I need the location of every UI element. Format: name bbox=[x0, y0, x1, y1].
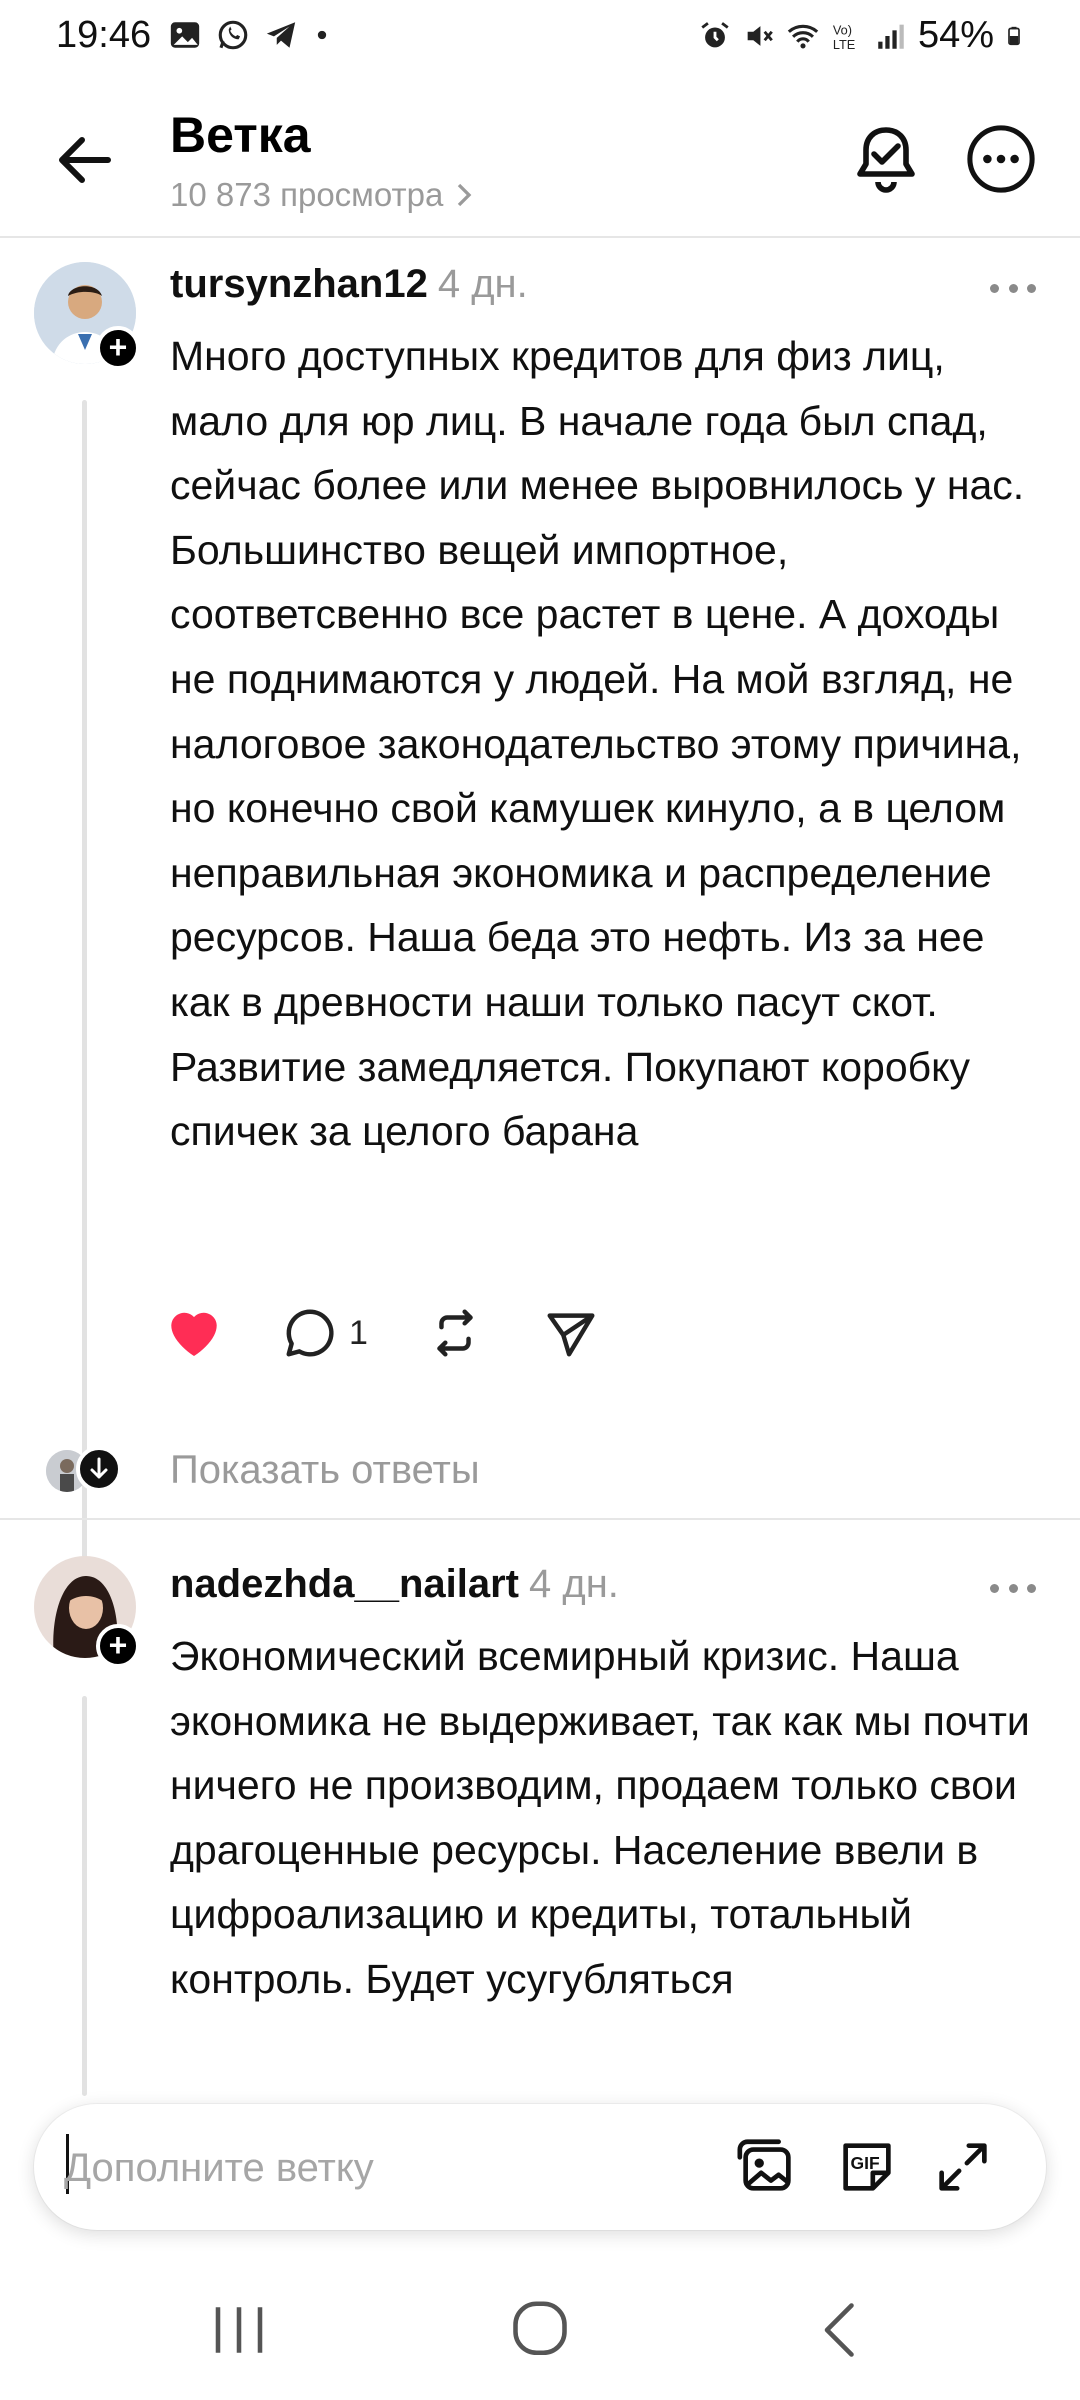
reply-count: 1 bbox=[349, 1313, 368, 1352]
send-icon bbox=[547, 1313, 595, 1357]
comment-icon bbox=[286, 1309, 334, 1357]
show-replies-link[interactable]: Показать ответы bbox=[170, 1448, 480, 1493]
share-button[interactable] bbox=[542, 1304, 600, 1362]
post-text: Экономический всемирный кризис. Наша эко… bbox=[170, 1633, 1030, 2002]
post-actions: 1 bbox=[165, 1304, 658, 1362]
post-username[interactable]: nadezhda__nailart 4 дн. bbox=[170, 1562, 619, 1607]
post-more-icon[interactable] bbox=[990, 278, 1036, 298]
show-replies-row[interactable]: Показать ответы bbox=[0, 1442, 1080, 1502]
page-title: Ветка bbox=[170, 107, 311, 163]
thread-header: Ветка 10 873 просмотра bbox=[0, 80, 1080, 238]
post-time: 4 дн. bbox=[437, 262, 528, 306]
repost-button[interactable] bbox=[426, 1304, 484, 1362]
repost-icon bbox=[437, 1309, 473, 1357]
home-icon[interactable] bbox=[505, 2300, 575, 2360]
svg-text:LTE: LTE bbox=[833, 36, 855, 51]
mute-icon bbox=[747, 25, 773, 46]
reply-composer: GIF bbox=[34, 2104, 1046, 2230]
post-more-icon[interactable] bbox=[990, 1578, 1036, 1598]
more-options-icon[interactable] bbox=[966, 124, 1036, 194]
views-count: 10 873 просмотра bbox=[170, 176, 444, 213]
wifi-icon bbox=[787, 24, 819, 48]
expand-icon[interactable] bbox=[930, 2134, 996, 2200]
like-button[interactable] bbox=[165, 1304, 223, 1362]
thread-line bbox=[82, 1696, 87, 2096]
recent-apps-icon[interactable] bbox=[204, 2300, 274, 2360]
dot-icon bbox=[317, 30, 327, 40]
volte-icon: Vo)LTE bbox=[833, 22, 855, 51]
telegram-icon bbox=[266, 22, 296, 48]
gif-icon[interactable]: GIF bbox=[834, 2134, 900, 2200]
reply-input[interactable] bbox=[64, 2138, 724, 2198]
username-text: tursynzhan12 bbox=[170, 262, 428, 306]
battery-icon bbox=[1008, 26, 1020, 45]
system-nav-bar bbox=[0, 2260, 1080, 2400]
heart-icon bbox=[171, 1312, 217, 1356]
gallery-icon bbox=[170, 22, 200, 48]
follow-plus-icon[interactable]: + bbox=[96, 1624, 140, 1668]
post-text: Много доступных кредитов для физ лиц, ма… bbox=[170, 333, 1025, 1155]
follow-plus-icon[interactable]: + bbox=[96, 326, 140, 370]
chevron-right-icon bbox=[458, 183, 472, 207]
battery-percent: 54% bbox=[917, 14, 994, 56]
gallery-icon[interactable] bbox=[734, 2134, 800, 2200]
whatsapp-icon bbox=[218, 20, 248, 50]
username-text: nadezhda__nailart bbox=[170, 1562, 520, 1606]
arrow-down-icon bbox=[76, 1446, 122, 1492]
back-nav-icon[interactable] bbox=[806, 2300, 876, 2360]
status-bar: 19:46 Vo) LTE 54% bbox=[0, 0, 1080, 80]
post-time: 4 дн. bbox=[529, 1562, 619, 1606]
notification-bell-icon[interactable] bbox=[852, 124, 920, 196]
divider bbox=[0, 1518, 1080, 1520]
thread-line bbox=[82, 400, 87, 1578]
svg-text:GIF: GIF bbox=[851, 2153, 880, 2173]
signal-icon bbox=[878, 24, 904, 49]
post-username[interactable]: tursynzhan12 4 дн. bbox=[170, 262, 528, 307]
svg-text:Vo): Vo) bbox=[833, 22, 852, 37]
alarm-icon bbox=[701, 21, 729, 47]
reply-button[interactable]: 1 bbox=[281, 1304, 368, 1362]
back-arrow-icon[interactable] bbox=[52, 128, 116, 192]
views-link[interactable]: 10 873 просмотра bbox=[170, 176, 475, 214]
status-time: 19:46 bbox=[56, 14, 152, 56]
